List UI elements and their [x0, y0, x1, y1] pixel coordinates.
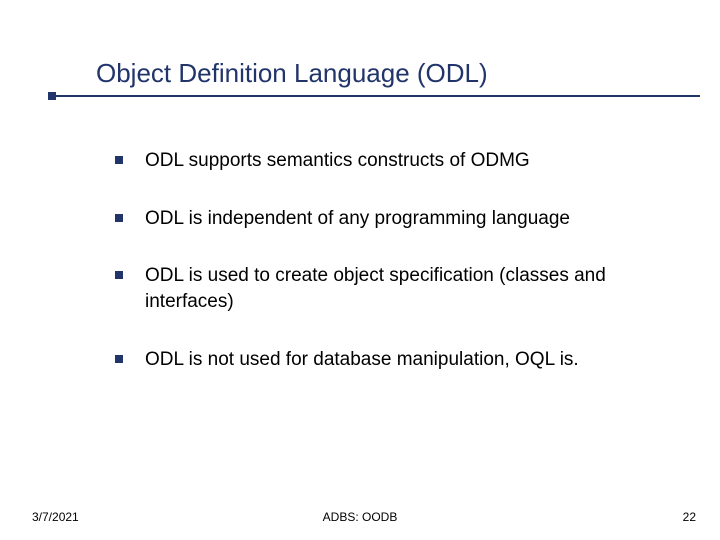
- bullet-text: ODL is not used for database manipulatio…: [145, 347, 660, 373]
- slide: Object Definition Language (ODL) ODL sup…: [0, 0, 720, 540]
- bullet-text: ODL is used to create object specificati…: [145, 263, 660, 314]
- title-underline: [52, 95, 700, 97]
- list-item: ODL is not used for database manipulatio…: [115, 347, 660, 373]
- slide-title: Object Definition Language (ODL): [0, 58, 720, 95]
- square-bullet-icon: [115, 271, 123, 279]
- footer-page-number: 22: [683, 510, 696, 524]
- bullet-text: ODL is independent of any programming la…: [145, 206, 660, 232]
- list-item: ODL is independent of any programming la…: [115, 206, 660, 232]
- footer-center: ADBS: OODB: [0, 510, 720, 524]
- square-bullet-icon: [115, 156, 123, 164]
- content-area: ODL supports semantics constructs of ODM…: [115, 148, 660, 404]
- footer: 3/7/2021 ADBS: OODB 22: [0, 504, 720, 524]
- square-bullet-icon: [115, 355, 123, 363]
- bullet-text: ODL supports semantics constructs of ODM…: [145, 148, 660, 174]
- list-item: ODL supports semantics constructs of ODM…: [115, 148, 660, 174]
- title-block: Object Definition Language (ODL): [0, 58, 720, 95]
- list-item: ODL is used to create object specificati…: [115, 263, 660, 314]
- title-accent-square: [48, 92, 56, 100]
- square-bullet-icon: [115, 214, 123, 222]
